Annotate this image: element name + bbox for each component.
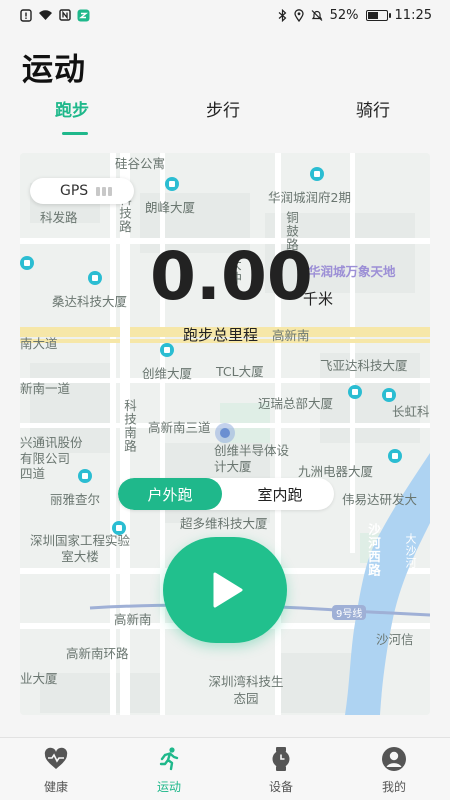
- status-left: [20, 8, 90, 22]
- poi-icon: [348, 385, 362, 399]
- poi-icon: [310, 167, 324, 181]
- map-label: 高新南: [114, 612, 152, 627]
- map-label: 桑达科技大厦: [52, 294, 128, 309]
- tab-active-indicator: [62, 132, 88, 135]
- map-label: 创维大厦: [142, 366, 193, 381]
- nav-label: 我的: [381, 780, 406, 794]
- map-label: 高新南环路: [66, 646, 129, 661]
- nav-label: 设备: [268, 780, 293, 794]
- map-label: 大沙河: [404, 533, 417, 569]
- bottom-nav: 健康 运动 设备 我的: [0, 737, 450, 800]
- map-label: 华润城润府2期: [268, 190, 351, 205]
- map-label: 沙河信: [376, 632, 414, 647]
- outdoor-run-button[interactable]: 户外跑: [118, 478, 222, 510]
- nav-profile[interactable]: 我的: [364, 746, 424, 795]
- tab-cycling[interactable]: 骑行: [356, 96, 390, 121]
- poi-icon: [78, 469, 92, 483]
- poi-icon: [112, 521, 126, 535]
- indoor-run-button[interactable]: 室内跑: [228, 478, 332, 510]
- gps-signal-icon: [96, 186, 113, 196]
- poi-icon: [165, 177, 179, 191]
- map-label: 深圳国家工程实验室大楼: [30, 533, 131, 564]
- poi-icon: [388, 449, 402, 463]
- heart-pulse-icon: [44, 747, 68, 769]
- battery-level: [367, 11, 378, 19]
- map-label: 高新南: [272, 328, 310, 343]
- status-bar: 52% 11:25: [0, 0, 450, 30]
- map-label: 沙河西路: [366, 523, 381, 577]
- map-label: 迈瑞总部大厦: [258, 396, 334, 411]
- map-label: 长虹科: [392, 404, 430, 419]
- nav-label: 健康: [43, 780, 68, 794]
- map-label: 丽雅查尔: [50, 492, 101, 507]
- map-label: 业大厦: [20, 671, 58, 686]
- poi-icon: [20, 256, 34, 270]
- running-icon: [159, 747, 179, 771]
- gps-status: GPS: [30, 178, 134, 204]
- map-label: 9号线: [332, 605, 367, 620]
- nav-label: 运动: [156, 780, 181, 794]
- mute-icon: [311, 9, 323, 21]
- distance-value: 0.00: [150, 238, 313, 315]
- map-label: 新南一道: [20, 381, 71, 396]
- tab-walking[interactable]: 步行: [206, 96, 240, 121]
- tab-running[interactable]: 跑步: [55, 96, 89, 121]
- battery-percent: 52%: [329, 7, 359, 23]
- app-icon: [77, 9, 90, 21]
- battery-icon: [365, 9, 391, 21]
- nfc-icon: [59, 9, 71, 21]
- poi-icon: [160, 343, 174, 357]
- map-label: 科发路: [40, 210, 78, 225]
- poi-icon: [382, 388, 396, 402]
- location-icon: [293, 8, 304, 22]
- play-icon: [213, 572, 243, 608]
- map-label: TCL大厦: [216, 364, 264, 379]
- map-label: 伟易达研发大: [342, 492, 418, 507]
- poi-icon: [88, 271, 102, 285]
- map-label: 科技南路: [122, 399, 137, 453]
- map-label: 飞亚达科技大厦: [320, 358, 408, 373]
- watch-icon: [272, 747, 290, 771]
- distance-label: 跑步总里程: [183, 326, 259, 344]
- status-right: 52% 11:25: [278, 8, 432, 23]
- profile-icon: [382, 747, 406, 771]
- start-run-button[interactable]: [163, 537, 287, 643]
- map-label: 创维半导体设计大厦: [214, 443, 290, 474]
- map-label: 南大道: [20, 336, 58, 351]
- clock: 11:25: [394, 7, 432, 23]
- run-mode-toggle: 户外跑 室内跑: [118, 478, 334, 510]
- notification-icon: [20, 8, 32, 22]
- map-label: 四道: [20, 466, 46, 481]
- nav-health[interactable]: 健康: [26, 746, 86, 795]
- map-label: 高新南三道: [148, 420, 211, 435]
- map-label: 华润城万象天地: [308, 264, 396, 279]
- map-label: 超多维科技大厦: [180, 516, 268, 531]
- gps-label: GPS: [60, 183, 89, 199]
- nav-device[interactable]: 设备: [251, 746, 311, 795]
- sport-tabs: 跑步 步行 骑行: [0, 96, 450, 136]
- map-label: 朗峰大厦: [145, 200, 196, 215]
- map-label: 深圳湾科技生态园: [208, 674, 284, 706]
- nav-sport[interactable]: 运动: [139, 746, 199, 795]
- distance-unit: 千米: [303, 290, 334, 308]
- wifi-icon: [39, 10, 52, 20]
- map-label: 硅谷公寓: [115, 156, 166, 171]
- bluetooth-icon: [278, 8, 287, 22]
- page-title: 运动: [22, 52, 86, 88]
